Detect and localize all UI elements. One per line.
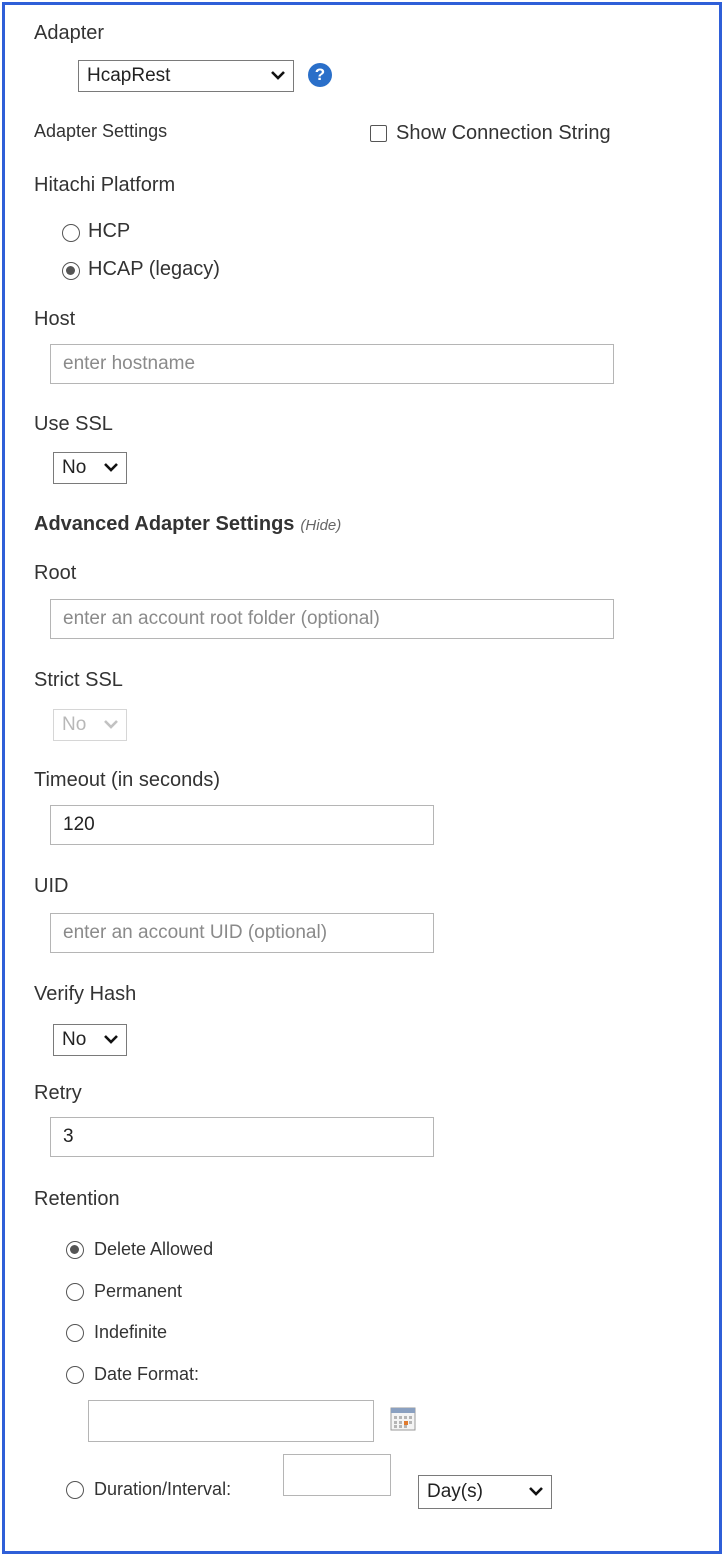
adapter-select[interactable]: HcapRest <box>78 60 294 92</box>
strict-ssl-select-value: No <box>62 714 87 735</box>
strict-ssl-label: Strict SSL <box>34 669 123 691</box>
strict-ssl-select: No <box>53 709 127 741</box>
retention-option-label: Date Format: <box>94 1364 200 1384</box>
retention-radio-permanent[interactable] <box>66 1283 84 1301</box>
timeout-value: 120 <box>63 814 95 835</box>
duration-unit-value: Day(s) <box>427 1481 483 1502</box>
retention-option-label: Indefinite <box>94 1322 168 1342</box>
use-ssl-select-value: No <box>62 457 87 478</box>
root-input[interactable]: enter an account root folder (optional) <box>50 599 614 639</box>
platform-radio-hcp[interactable] <box>62 224 80 242</box>
retry-value: 3 <box>63 1126 74 1147</box>
verify-hash-select[interactable]: No <box>53 1024 127 1056</box>
retention-radio-indefinite[interactable] <box>66 1324 84 1342</box>
calendar-icon[interactable] <box>390 1407 416 1431</box>
advanced-hide-link[interactable]: (Hide) <box>300 517 341 534</box>
platform-label: Hitachi Platform <box>34 174 176 196</box>
chevron-down-icon <box>104 1035 118 1044</box>
retention-label: Retention <box>34 1188 120 1210</box>
timeout-input[interactable]: 120 <box>50 805 434 845</box>
retention-radio-duration-interval[interactable] <box>66 1481 84 1499</box>
retry-input[interactable]: 3 <box>50 1117 434 1157</box>
adapter-select-value: HcapRest <box>87 65 171 86</box>
retention-option-label: Permanent <box>94 1281 183 1301</box>
adapter-settings-label: Adapter Settings <box>34 121 168 141</box>
chevron-down-icon <box>529 1487 543 1496</box>
chevron-down-icon <box>104 463 118 472</box>
chevron-down-icon <box>271 71 285 80</box>
uid-label: UID <box>34 875 69 897</box>
duration-unit-select[interactable]: Day(s) <box>418 1475 552 1509</box>
platform-radio-hcap[interactable] <box>62 262 80 280</box>
use-ssl-label: Use SSL <box>34 413 113 435</box>
verify-hash-select-value: No <box>62 1029 87 1050</box>
retention-date-input[interactable] <box>88 1400 374 1442</box>
chevron-down-icon <box>104 720 118 729</box>
host-label: Host <box>34 308 76 330</box>
advanced-settings-heading: Advanced Adapter Settings (Hide) <box>34 513 341 536</box>
platform-option-label: HCAP (legacy) <box>88 258 220 280</box>
platform-option-label: HCP <box>88 220 131 242</box>
uid-placeholder: enter an account UID (optional) <box>63 922 328 943</box>
retention-option-label: Delete Allowed <box>94 1239 214 1259</box>
use-ssl-select[interactable]: No <box>53 452 127 484</box>
retention-radio-date-format[interactable] <box>66 1366 84 1384</box>
retry-label: Retry <box>34 1082 82 1104</box>
uid-input[interactable]: enter an account UID (optional) <box>50 913 434 953</box>
advanced-settings-title: Advanced Adapter Settings <box>34 513 295 535</box>
show-connection-string-label: Show Connection String <box>396 122 611 144</box>
root-label: Root <box>34 562 77 584</box>
question-circle-icon[interactable]: ? <box>308 63 332 87</box>
host-input[interactable]: enter hostname <box>50 344 614 384</box>
retention-option-label: Duration/Interval: <box>94 1479 232 1499</box>
root-placeholder: enter an account root folder (optional) <box>63 608 380 629</box>
timeout-label: Timeout (in seconds) <box>34 769 220 791</box>
show-connection-string-checkbox[interactable] <box>370 125 387 142</box>
host-placeholder: enter hostname <box>63 353 196 374</box>
retention-radio-delete-allowed[interactable] <box>66 1241 84 1259</box>
adapter-label: Adapter <box>34 22 105 44</box>
retention-duration-input[interactable] <box>283 1454 391 1496</box>
verify-hash-label: Verify Hash <box>34 983 137 1005</box>
